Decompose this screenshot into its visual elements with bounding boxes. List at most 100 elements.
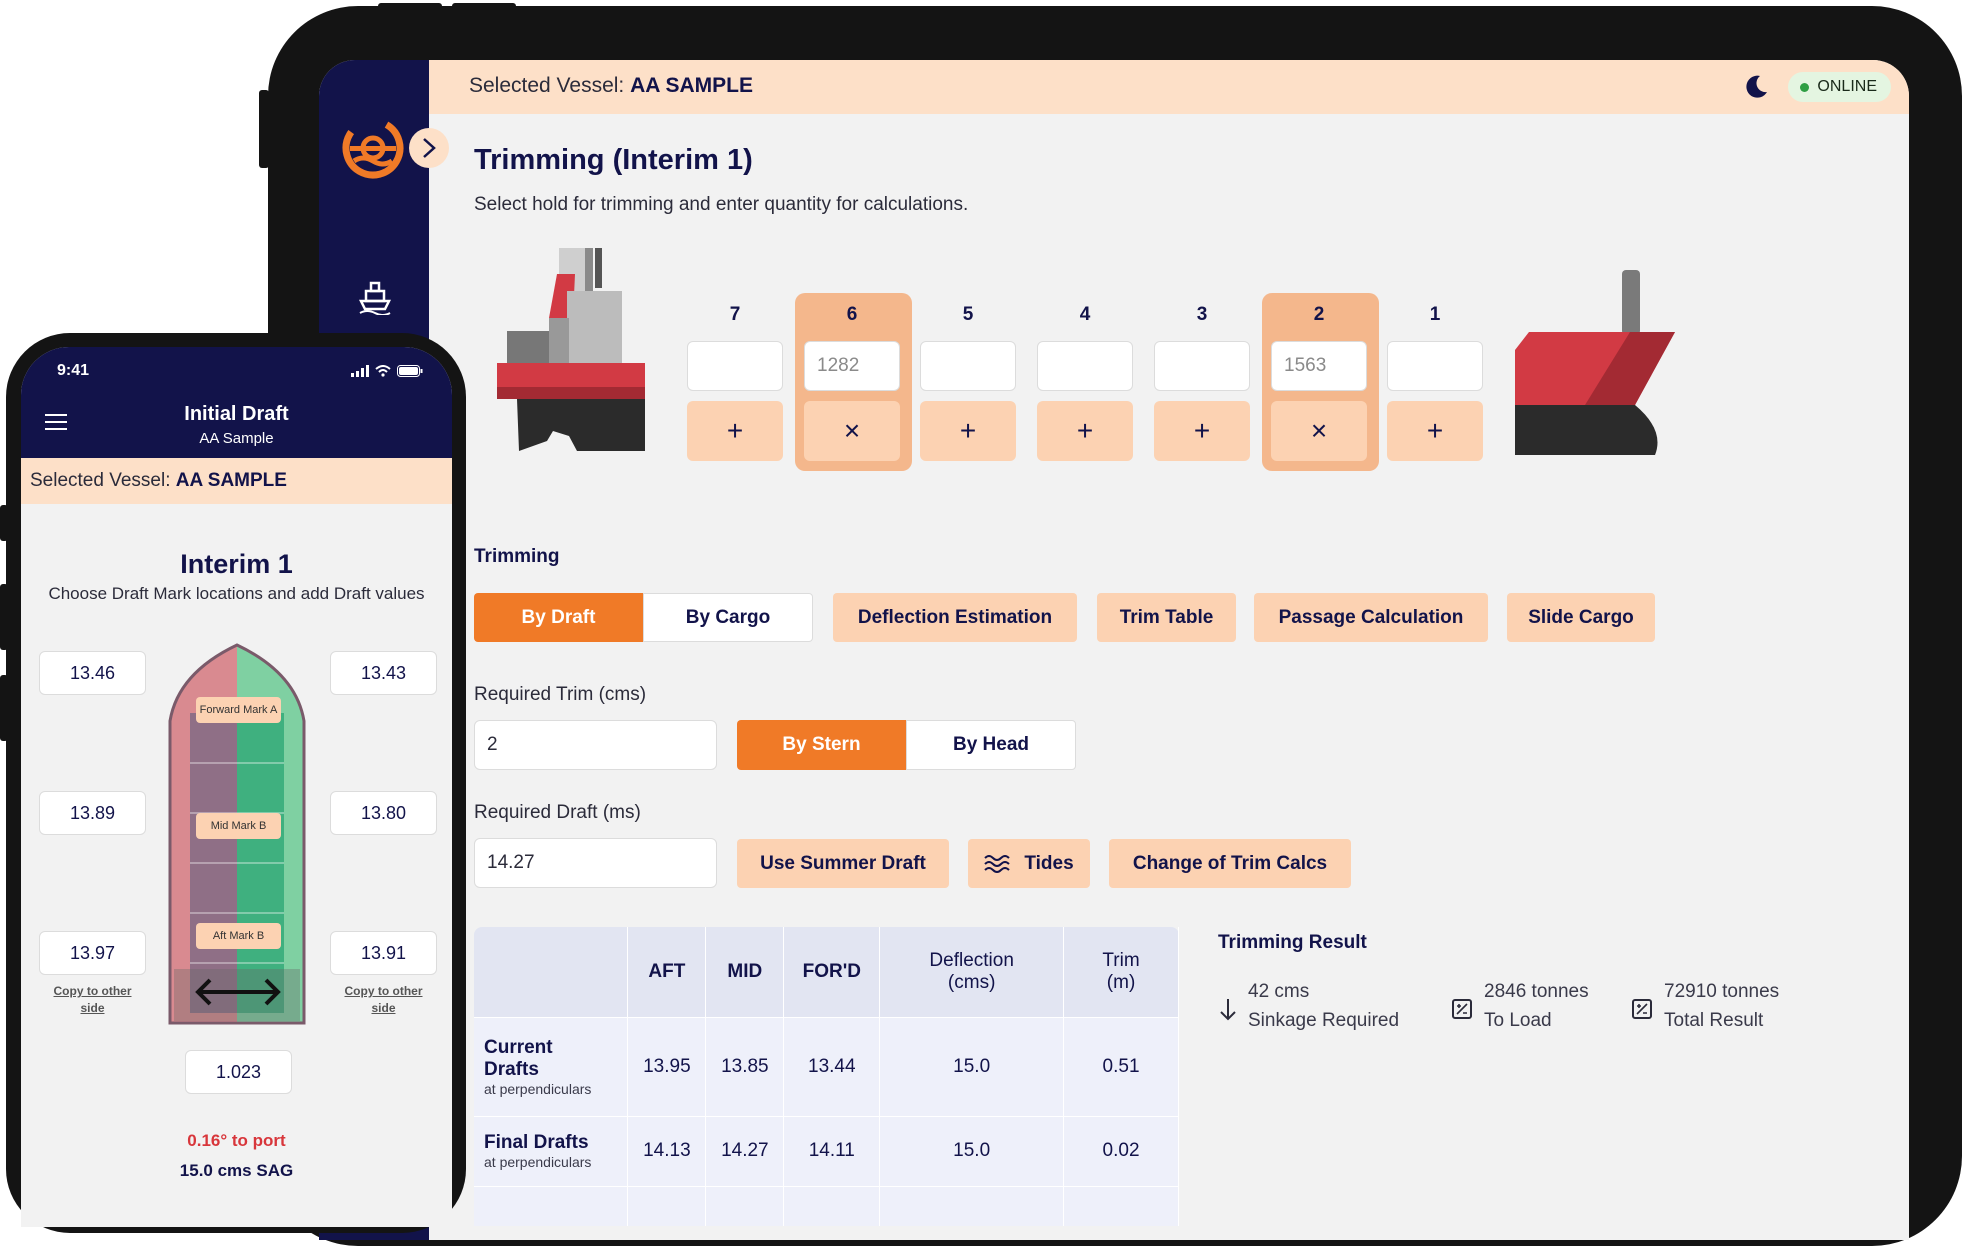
starboard-forward-draft-input[interactable]: 13.43 — [330, 651, 437, 695]
hold-1-quantity-input[interactable] — [1387, 341, 1483, 391]
hold-7-add-button[interactable]: + — [687, 401, 783, 461]
hold-2-remove-button[interactable]: × — [1271, 401, 1367, 461]
vessel-name: AA SAMPLE — [630, 74, 754, 97]
copy-link-line1: Copy to other — [53, 984, 132, 998]
tablet-side-button — [259, 90, 269, 168]
cell-current-ford: 13.44 — [783, 1016, 881, 1116]
by-cargo-tab[interactable]: By Cargo — [643, 593, 813, 642]
hold-6-quantity-input[interactable]: 1282 — [804, 341, 900, 391]
tablet-screen: Selected Vessel: AA SAMPLE ONLINE Trimmi… — [319, 60, 1909, 1240]
chevron-right-icon — [423, 138, 436, 158]
mid-mark-label[interactable]: Mid Mark B — [196, 813, 281, 839]
drafts-table: AFT MID FOR'D Deflection (cms) Trim (m) … — [474, 927, 1179, 1226]
ship-stern-illustration — [497, 248, 645, 451]
phone-screen: 9:41 Initial Draft AA Sample Selected Ve… — [21, 347, 452, 1227]
required-trim-input[interactable]: 2 — [474, 720, 717, 770]
phone-header-title: Initial Draft — [184, 403, 289, 425]
hold-5-add-button[interactable]: + — [920, 401, 1016, 461]
expand-sidebar-button[interactable] — [409, 128, 449, 168]
interim-subtitle: Choose Draft Mark locations and add Draf… — [48, 584, 425, 603]
copy-to-other-side-link-port[interactable]: Copy to other side — [39, 983, 146, 1017]
starboard-aft-draft-input[interactable]: 13.91 — [330, 931, 437, 975]
row-sublabel: at perpendiculars — [484, 1154, 592, 1170]
result-total-label: Total Result — [1664, 1010, 1764, 1031]
row-label-line2: Drafts — [484, 1058, 539, 1080]
deflection-estimation-button[interactable]: Deflection Estimation — [833, 593, 1077, 642]
copy-link-line1: Copy to other — [344, 984, 423, 998]
port-mid-draft-input[interactable]: 13.89 — [39, 791, 146, 835]
tablet-top-button — [452, 3, 516, 9]
water-density-input[interactable]: 1.023 — [185, 1050, 292, 1094]
forward-mark-label[interactable]: Forward Mark A — [196, 697, 281, 723]
change-of-trim-calcs-button[interactable]: Change of Trim Calcs — [1109, 839, 1351, 888]
by-draft-tab[interactable]: By Draft — [474, 593, 643, 642]
trim-table-button[interactable]: Trim Table — [1097, 593, 1236, 642]
required-trim-label: Required Trim (cms) — [474, 684, 647, 705]
table-header-row: AFT MID FOR'D Deflection (cms) Trim (m) — [474, 927, 1179, 1017]
slide-cargo-button[interactable]: Slide Cargo — [1507, 593, 1655, 642]
phone-vessel-name: AA SAMPLE — [175, 470, 287, 491]
cell-final-aft: 14.13 — [627, 1115, 707, 1186]
interim-title: Interim 1 — [180, 549, 293, 579]
vessel-prefix: Selected Vessel: — [469, 74, 625, 97]
hold-7-number: 7 — [729, 304, 741, 325]
by-stern-toggle[interactable]: By Stern — [737, 720, 906, 770]
app-logo-icon — [342, 117, 404, 179]
hold-3-quantity-input[interactable] — [1154, 341, 1250, 391]
battery-icon — [397, 365, 423, 377]
row-sublabel: at perpendiculars — [484, 1080, 592, 1097]
required-draft-label: Required Draft (ms) — [474, 802, 641, 823]
table-corner-cell — [474, 927, 629, 1017]
aft-mark-label[interactable]: Aft Mark B — [196, 923, 281, 949]
copy-to-other-side-link-starboard[interactable]: Copy to other side — [330, 983, 437, 1017]
deflection-header-line1: Deflection — [929, 949, 1014, 971]
result-sinkage-label: Sinkage Required — [1248, 1010, 1400, 1031]
phone-header-subtitle: AA Sample — [199, 430, 274, 447]
swap-sides-arrow-icon[interactable] — [194, 972, 282, 1012]
hold-7-quantity-input[interactable] — [687, 341, 783, 391]
wifi-icon — [375, 365, 391, 377]
result-total-value: 72910 tonnes — [1664, 981, 1780, 1002]
hold-3-add-button[interactable]: + — [1154, 401, 1250, 461]
row-label-line1: Current — [484, 1036, 553, 1058]
trim-header-line2: (m) — [1106, 971, 1136, 993]
hold-5-quantity-input[interactable] — [920, 341, 1016, 391]
table-row-partial — [474, 1185, 1179, 1226]
phone-selected-vessel: Selected Vessel: AA SAMPLE — [21, 458, 452, 504]
port-forward-draft-input[interactable]: 13.46 — [39, 651, 146, 695]
arrow-down-icon — [1220, 999, 1236, 1021]
hold-1-add-button[interactable]: + — [1387, 401, 1483, 461]
hold-4-add-button[interactable]: + — [1037, 401, 1133, 461]
tides-label: Tides — [1024, 852, 1074, 874]
tides-button[interactable]: Tides — [968, 839, 1090, 888]
hold-3-number: 3 — [1196, 304, 1208, 325]
result-to-load: 2846 tonnes To Load — [1452, 977, 1589, 1035]
trimming-section-label: Trimming — [474, 546, 560, 567]
by-head-toggle[interactable]: By Head — [906, 720, 1076, 770]
hold-6-remove-button[interactable]: × — [804, 401, 900, 461]
ship-icon[interactable] — [355, 275, 395, 315]
copy-link-line2: side — [371, 1001, 396, 1015]
row-label-final-drafts: Final Drafts at perpendiculars — [474, 1115, 629, 1186]
column-header-ford: FOR'D — [783, 927, 881, 1017]
status-icons — [351, 365, 423, 377]
column-header-mid: MID — [705, 927, 785, 1017]
starboard-mid-draft-input[interactable]: 13.80 — [330, 791, 437, 835]
use-summer-draft-button[interactable]: Use Summer Draft — [737, 839, 949, 888]
hold-6-number: 6 — [846, 304, 858, 325]
calculator-icon — [1632, 999, 1652, 1019]
result-sinkage-value: 42 cms — [1248, 981, 1310, 1002]
online-dot-icon — [1800, 82, 1810, 92]
hold-4-quantity-input[interactable] — [1037, 341, 1133, 391]
dark-mode-moon-icon[interactable] — [1741, 72, 1771, 102]
passage-calculation-button[interactable]: Passage Calculation — [1254, 593, 1488, 642]
hold-2-quantity-input[interactable]: 1563 — [1271, 341, 1367, 391]
port-aft-draft-input[interactable]: 13.97 — [39, 931, 146, 975]
list-indicator: 0.16° to port — [187, 1131, 286, 1150]
required-draft-input[interactable]: 14.27 — [474, 838, 717, 888]
phone-header: 9:41 Initial Draft AA Sample — [21, 347, 452, 458]
cell-current-mid: 13.85 — [705, 1016, 785, 1116]
hold-2-number: 2 — [1313, 304, 1325, 325]
tablet-top-button — [378, 3, 442, 9]
online-status-badge: ONLINE — [1788, 72, 1891, 102]
